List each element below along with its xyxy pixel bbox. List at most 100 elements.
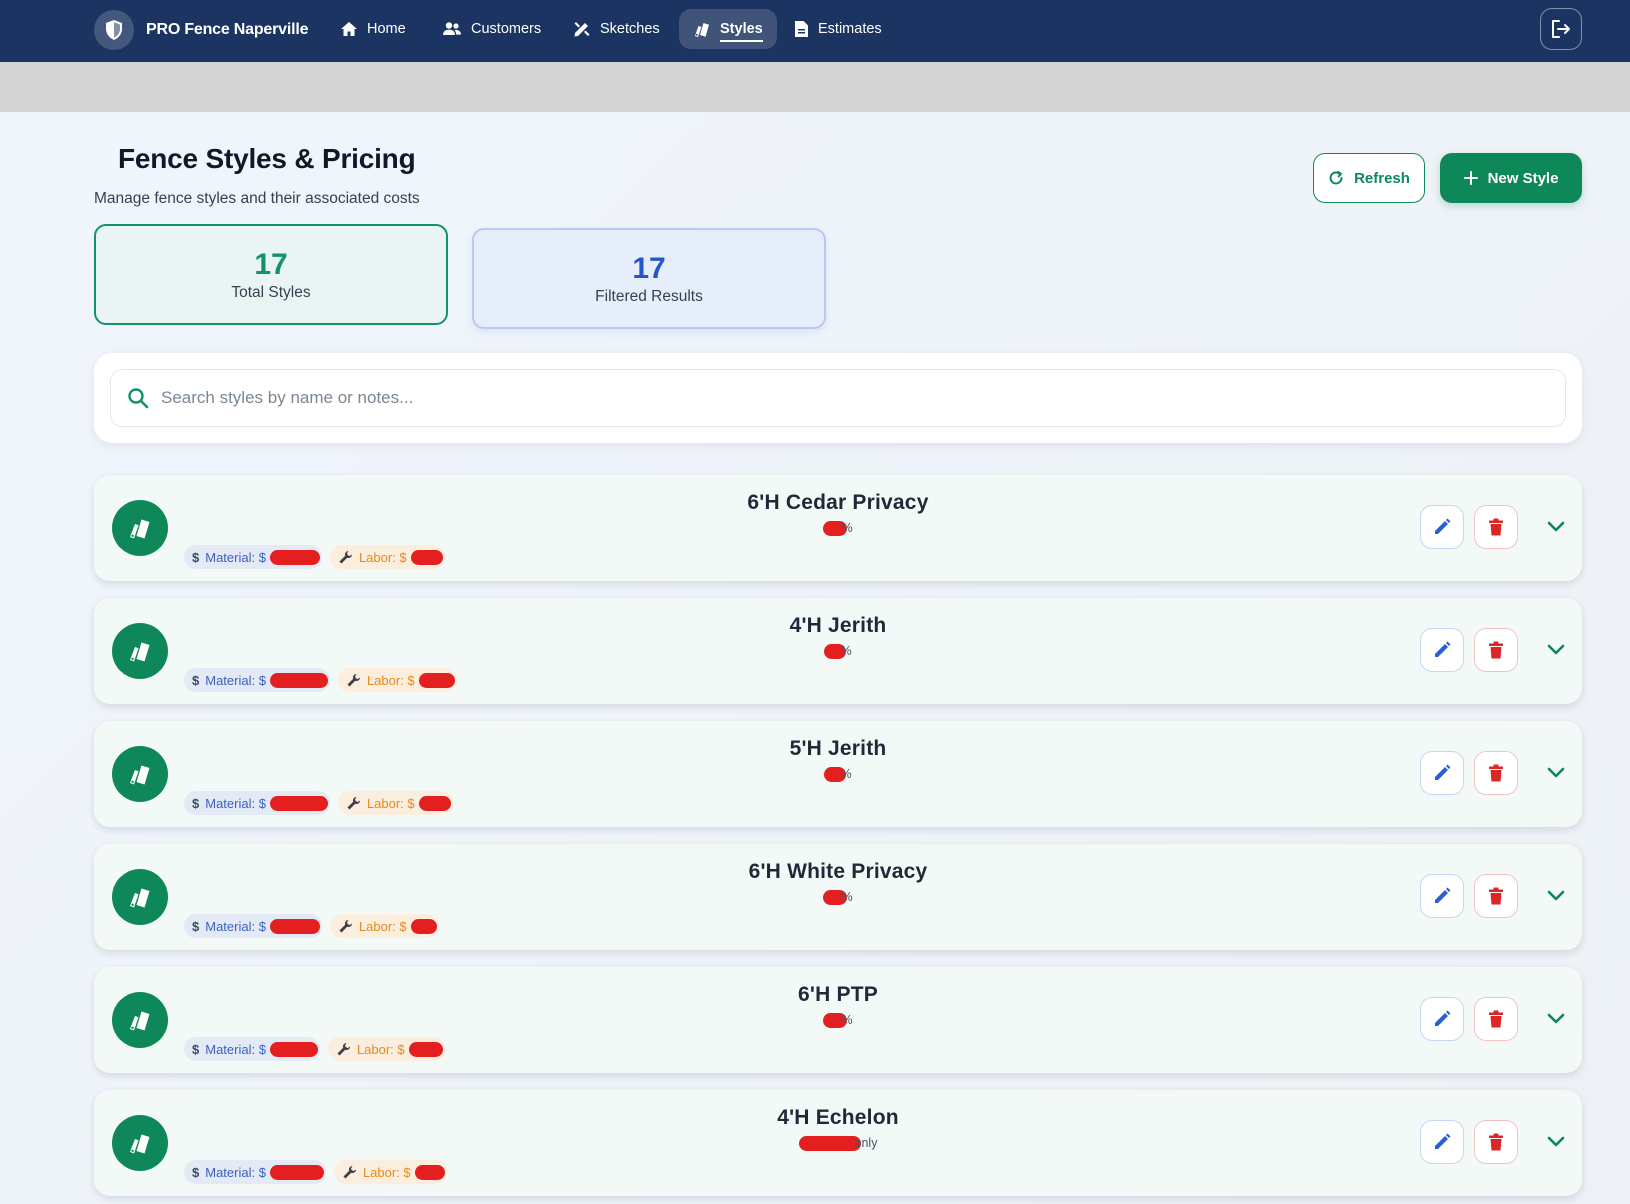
expand-button[interactable]: [1534, 751, 1578, 795]
material-cost-label: Material: $: [205, 1041, 266, 1057]
nav-estimates[interactable]: Estimates: [780, 9, 896, 49]
style-note: %: [94, 521, 1582, 537]
expand-button[interactable]: [1534, 505, 1578, 549]
document-icon: [795, 21, 808, 37]
delete-button[interactable]: [1474, 1120, 1518, 1164]
style-row[interactable]: 4'H Echelon only $ Material: $ Labor: $: [94, 1090, 1582, 1196]
labor-cost-label: Labor: $: [366, 795, 415, 811]
material-cost-label: Material: $: [205, 549, 266, 565]
material-cost-chip: $ Material: $: [184, 545, 322, 569]
redaction-mark: [418, 672, 455, 688]
chevron-down-icon: [1547, 1136, 1565, 1147]
edit-button[interactable]: [1420, 1120, 1464, 1164]
nav-home[interactable]: Home: [326, 9, 420, 49]
stat-total-value: 17: [254, 247, 288, 281]
edit-button[interactable]: [1420, 628, 1464, 672]
style-note: %: [94, 1013, 1582, 1029]
expand-button[interactable]: [1534, 874, 1578, 918]
nav-customers[interactable]: Customers: [428, 9, 555, 49]
wrench-icon: [339, 919, 352, 932]
wrench-icon: [339, 550, 352, 563]
wrench-icon: [347, 673, 360, 686]
chevron-down-icon: [1547, 1013, 1565, 1024]
stat-total-styles[interactable]: 17 Total Styles: [94, 224, 448, 325]
search-box[interactable]: [110, 369, 1566, 427]
new-style-button[interactable]: New Style: [1440, 153, 1582, 203]
trash-icon: [1489, 764, 1503, 782]
material-cost-label: Material: $: [205, 918, 266, 934]
nav-customers-label: Customers: [471, 21, 542, 37]
labor-cost-chip: Labor: $: [327, 1037, 445, 1061]
style-row[interactable]: 6'H Cedar Privacy % $ Material: $ Labor:…: [94, 475, 1582, 581]
redaction-mark: [824, 644, 847, 660]
dollar-icon: $: [192, 1041, 200, 1057]
delete-button[interactable]: [1474, 874, 1518, 918]
brand-name: PRO Fence Naperville: [146, 21, 309, 38]
style-note-text: %: [841, 890, 853, 904]
delete-button[interactable]: [1474, 505, 1518, 549]
trash-icon: [1489, 518, 1503, 536]
dollar-icon: $: [192, 549, 200, 565]
style-row[interactable]: 6'H White Privacy % $ Material: $ Labor:…: [94, 844, 1582, 950]
material-cost-label: Material: $: [205, 795, 266, 811]
style-row[interactable]: 4'H Jerith % $ Material: $ Labor: $: [94, 598, 1582, 704]
edit-button[interactable]: [1420, 874, 1464, 918]
delete-button[interactable]: [1474, 997, 1518, 1041]
labor-cost-chip: Labor: $: [333, 1160, 447, 1184]
nav-styles-label: Styles: [720, 21, 763, 42]
expand-button[interactable]: [1534, 1120, 1578, 1164]
pencil-icon: [1435, 641, 1451, 657]
redaction-mark: [269, 672, 328, 688]
brand[interactable]: PRO Fence Naperville: [94, 10, 308, 50]
trash-icon: [1489, 641, 1503, 659]
style-name: 4'H Echelon: [777, 1106, 899, 1129]
edit-button[interactable]: [1420, 997, 1464, 1041]
material-cost-chip: $ Material: $: [184, 914, 322, 938]
top-navbar: PRO Fence Naperville Home Customers Sket…: [0, 0, 1630, 62]
expand-button[interactable]: [1534, 997, 1578, 1041]
edit-button[interactable]: [1420, 751, 1464, 795]
nav-styles[interactable]: Styles: [679, 9, 777, 49]
refresh-button[interactable]: Refresh: [1313, 153, 1425, 203]
users-icon: [443, 22, 461, 35]
redaction-mark: [824, 767, 847, 783]
search-card: [94, 353, 1582, 443]
search-input[interactable]: [161, 388, 1521, 408]
nav-home-label: Home: [367, 21, 406, 37]
stat-filtered-value: 17: [632, 251, 666, 285]
stat-filtered-results[interactable]: 17 Filtered Results: [472, 228, 826, 329]
chevron-down-icon: [1547, 767, 1565, 778]
trash-icon: [1489, 1133, 1503, 1151]
logout-button[interactable]: [1540, 8, 1582, 50]
labor-cost-chip: Labor: $: [329, 914, 439, 938]
material-cost-chip: $ Material: $: [184, 668, 330, 692]
nav-estimates-label: Estimates: [818, 21, 882, 37]
nav-sketches[interactable]: Sketches: [559, 9, 674, 49]
delete-button[interactable]: [1474, 628, 1518, 672]
chevron-down-icon: [1547, 890, 1565, 901]
style-name: 5'H Jerith: [789, 737, 887, 760]
material-cost-chip: $ Material: $: [184, 791, 330, 815]
redaction-mark: [823, 521, 848, 537]
style-name: 6'H Cedar Privacy: [747, 491, 929, 514]
page-title: Fence Styles & Pricing: [118, 143, 416, 174]
style-name: 4'H Jerith: [789, 614, 887, 637]
style-note: %: [94, 890, 1582, 906]
wrench-icon: [343, 1165, 356, 1178]
style-row[interactable]: 6'H PTP % $ Material: $ Labor: $: [94, 967, 1582, 1073]
logout-icon: [1552, 20, 1570, 38]
expand-button[interactable]: [1534, 628, 1578, 672]
refresh-label: Refresh: [1354, 169, 1410, 187]
stat-total-label: Total Styles: [231, 283, 311, 301]
pencil-icon: [1435, 1010, 1451, 1026]
style-note-text: %: [841, 521, 853, 535]
banner-placeholder: [0, 62, 1630, 112]
shield-icon: [94, 10, 134, 50]
delete-button[interactable]: [1474, 751, 1518, 795]
plus-icon: [1463, 171, 1478, 185]
pen-ruler-icon: [574, 22, 590, 37]
edit-button[interactable]: [1420, 505, 1464, 549]
redaction-mark: [414, 1164, 445, 1180]
style-row[interactable]: 5'H Jerith % $ Material: $ Labor: $: [94, 721, 1582, 827]
material-cost-chip: $ Material: $: [184, 1160, 326, 1184]
